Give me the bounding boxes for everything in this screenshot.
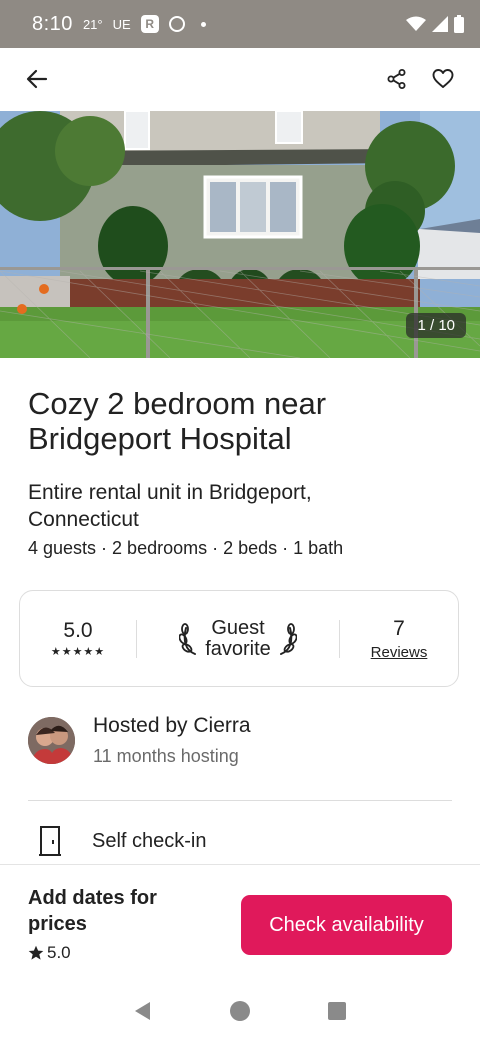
rating-stars: ★★★★★ [50, 646, 106, 658]
host-meta: 11 months hosting [93, 746, 239, 766]
top-app-bar [0, 48, 480, 110]
app-notification-icon: R [140, 15, 159, 33]
system-nav-bar [0, 982, 480, 1040]
reviews-link[interactable]: Reviews [340, 644, 458, 661]
guest-favorite-line2: favorite [205, 637, 271, 660]
feature-self-check-in: Self check-in [38, 826, 207, 856]
rating-value: 5.0 [63, 619, 93, 642]
nav-recents-button[interactable] [322, 996, 352, 1026]
circle-home-icon [229, 1001, 250, 1021]
booking-rating-value: 5.0 [47, 943, 71, 962]
wifi-icon [406, 16, 426, 31]
listing-photo-carousel[interactable]: 1 / 10 [0, 111, 480, 358]
check-availability-button[interactable]: Check availability [241, 895, 452, 955]
guest-favorite-badge: Guest favorite [137, 616, 339, 660]
laurel-left-icon [179, 622, 197, 655]
nav-home-button[interactable] [225, 996, 255, 1026]
host-avatar[interactable] [28, 717, 75, 764]
door-icon [39, 826, 61, 856]
star-icon [28, 945, 44, 960]
status-carrier: UE [112, 16, 131, 32]
square-recents-icon [327, 1002, 346, 1020]
photo-counter: 1 / 10 [406, 313, 466, 338]
cell-signal-icon [432, 16, 448, 32]
booking-rating: 5.0 [28, 943, 71, 963]
laurel-right-icon [279, 622, 297, 655]
guest-favorite-label: Guest favorite [205, 616, 271, 660]
status-indicators [406, 15, 464, 33]
nav-back-button[interactable] [128, 996, 158, 1026]
more-notifications-dot [200, 21, 206, 27]
host-photo [28, 717, 75, 764]
listing-subtitle: Entire rental unit in Bridgeport, Connec… [28, 481, 312, 531]
battery-icon [454, 15, 464, 33]
sync-notification-icon [168, 16, 185, 32]
triangle-back-icon [135, 1002, 151, 1020]
share-icon [387, 69, 406, 89]
status-bar: 8:10 21° UE R [0, 0, 480, 48]
host-name: Hosted by Cierra [93, 714, 251, 737]
host-section[interactable]: Hosted by Cierra 11 months hosting [28, 714, 251, 767]
heart-icon [432, 69, 454, 88]
rating-summary: 5.0 ★★★★★ [20, 619, 136, 658]
reviews-count: 7 [393, 616, 405, 640]
save-favorite-button[interactable] [426, 62, 460, 96]
status-temperature: 21° [82, 16, 103, 32]
booking-bar: Add dates for prices 5.0 Check availabil… [0, 864, 480, 982]
guest-favorite-line1: Guest [211, 616, 265, 639]
status-time: 8:10 [32, 12, 73, 35]
rating-card[interactable]: 5.0 ★★★★★ Guest favorite 7 Reviews [19, 590, 459, 687]
listing-title: Cozy 2 bedroom near Bridgeport Hospital [28, 386, 327, 456]
price-label: Add dates for prices [28, 887, 157, 935]
back-button[interactable] [20, 62, 54, 96]
feature-label: Self check-in [92, 829, 207, 852]
arrow-left-icon [26, 69, 48, 89]
section-divider [28, 800, 452, 801]
share-button[interactable] [380, 62, 414, 96]
listing-details: 4 guests · 2 bedrooms · 2 beds · 1 bath [28, 538, 344, 558]
host-info: Hosted by Cierra 11 months hosting [93, 714, 251, 767]
reviews-summary[interactable]: 7 Reviews [340, 617, 458, 661]
